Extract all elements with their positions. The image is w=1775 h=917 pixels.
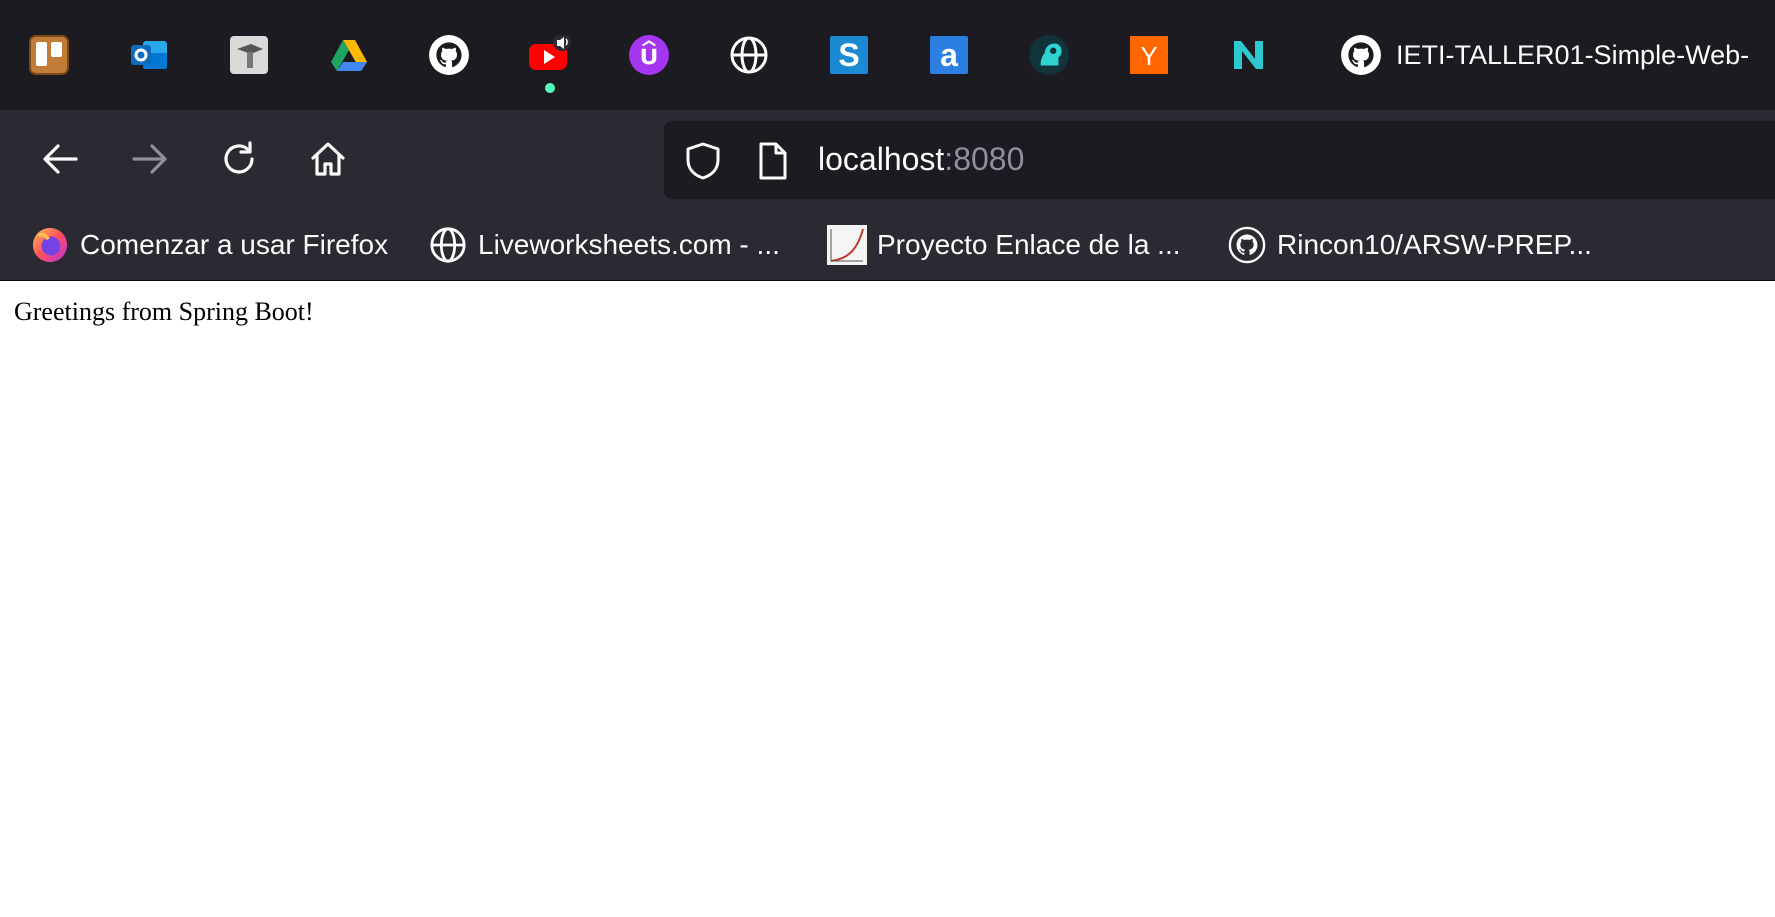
chart-thumbnail-icon <box>827 225 867 265</box>
firefox-icon <box>30 225 70 265</box>
pinned-tab-youtube[interactable] <box>527 35 571 75</box>
svg-text:a: a <box>940 37 958 73</box>
pinned-tab-github[interactable] <box>429 35 469 75</box>
n-app-icon <box>1229 35 1269 75</box>
pinned-tab-a-app[interactable]: a <box>929 35 969 75</box>
url-text[interactable]: localhost:8080 <box>818 141 1024 178</box>
github-icon <box>1227 225 1267 265</box>
pinned-tab-n-app[interactable] <box>1229 35 1269 75</box>
pinned-tab-udemy[interactable] <box>629 35 669 75</box>
classroom-icon <box>229 35 269 75</box>
github-icon <box>428 34 470 76</box>
trello-icon <box>29 35 69 75</box>
youtube-icon <box>527 35 571 75</box>
pinned-tab-y-combinator[interactable]: Y <box>1129 35 1169 75</box>
google-drive-icon <box>329 35 369 75</box>
head-profile-icon <box>1028 34 1070 76</box>
page-info-icon[interactable] <box>756 141 790 186</box>
forward-arrow-icon <box>130 139 170 184</box>
bookmark-label: Comenzar a usar Firefox <box>80 229 389 260</box>
back-button[interactable] <box>37 138 83 184</box>
pinned-tab-outlook[interactable] <box>129 35 169 75</box>
greeting-text: Greetings from Spring Boot! <box>14 297 314 326</box>
bookmark-label: Rincon10/ARSW-PREP... <box>1277 229 1592 260</box>
outlook-icon <box>129 35 169 75</box>
pinned-tab-google-drive[interactable] <box>329 35 369 75</box>
pinned-tab-head-profile[interactable] <box>1029 35 1069 75</box>
pinned-tab-s-app[interactable]: S <box>829 35 869 75</box>
tab-strip: S a Y IETI-TALLER01-Simple-Web- <box>0 0 1775 110</box>
udemy-icon <box>628 34 670 76</box>
reload-icon <box>219 139 259 184</box>
home-icon <box>308 139 348 184</box>
home-button[interactable] <box>305 138 351 184</box>
bookmark-item[interactable]: Rincon10/ARSW-PREP... <box>1227 224 1592 266</box>
bookmark-label: Proyecto Enlace de la ... <box>877 229 1181 260</box>
svg-text:S: S <box>838 37 859 73</box>
svg-text:Y: Y <box>1140 41 1157 71</box>
active-tab[interactable]: IETI-TALLER01-Simple-Web- <box>1340 22 1749 88</box>
back-arrow-icon <box>40 139 80 184</box>
globe-icon <box>428 225 468 265</box>
bookmark-item[interactable]: Comenzar a usar Firefox <box>30 224 388 266</box>
a-app-icon: a <box>929 35 969 75</box>
active-tab-title: IETI-TALLER01-Simple-Web- <box>1396 39 1750 70</box>
tracking-protection-shield-icon[interactable] <box>684 141 722 186</box>
y-combinator-icon: Y <box>1129 35 1169 75</box>
browser-window: S a Y IETI-TALLER01-Simple-Web- localhos… <box>0 0 1775 917</box>
pinned-tab-trello[interactable] <box>29 35 69 75</box>
navigation-toolbar: localhost:8080 <box>0 110 1775 210</box>
audio-playing-indicator <box>545 83 555 93</box>
github-icon <box>1340 34 1382 76</box>
forward-button[interactable] <box>127 138 173 184</box>
bookmark-item[interactable]: Liveworksheets.com - ... <box>428 224 780 266</box>
bookmark-item[interactable]: Proyecto Enlace de la ... <box>827 224 1181 266</box>
url-port: :8080 <box>944 141 1025 177</box>
reload-button[interactable] <box>216 138 262 184</box>
bookmarks-toolbar: Comenzar a usar Firefox Liveworksheets.c… <box>0 210 1775 281</box>
bookmark-label: Liveworksheets.com - ... <box>478 229 780 260</box>
s-app-icon: S <box>829 35 869 75</box>
globe-icon <box>729 35 769 75</box>
pinned-tab-globe[interactable] <box>729 35 769 75</box>
url-host: localhost <box>818 141 945 177</box>
page-content: Greetings from Spring Boot! <box>0 281 1775 917</box>
pinned-tab-classroom[interactable] <box>229 35 269 75</box>
address-bar[interactable]: localhost:8080 <box>664 121 1775 199</box>
